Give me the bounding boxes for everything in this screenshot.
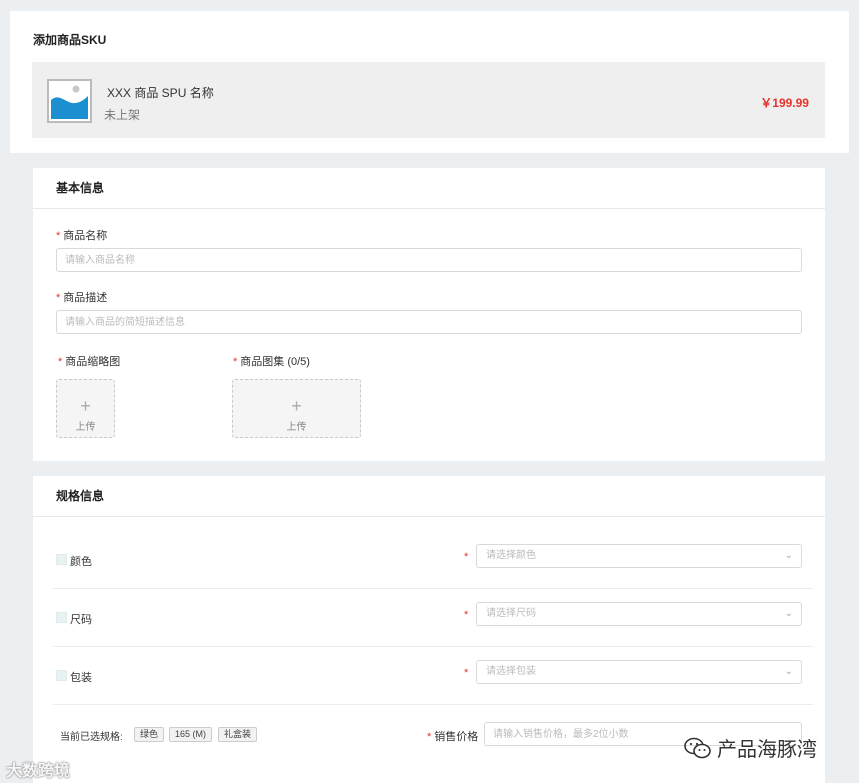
required-mark: * bbox=[58, 356, 63, 368]
spec-row-size: 尺码 * 请选择尺码 ⌄ bbox=[53, 589, 813, 647]
product-desc-label: * 商品描述 bbox=[56, 289, 107, 305]
plus-icon: + bbox=[291, 396, 302, 416]
wechat-icon bbox=[684, 737, 711, 758]
spec-checkbox-color[interactable] bbox=[56, 554, 67, 565]
selected-spec-tag: 165 (M) bbox=[169, 727, 213, 742]
required-mark: * bbox=[233, 356, 238, 368]
required-mark: * bbox=[464, 609, 469, 621]
basic-info-card: 基本信息 *商品名称 *商品描述 *商品缩略图 + 上传 *商品图集 (0/5)… bbox=[33, 168, 825, 461]
product-name-label-text: 商品名称 bbox=[63, 230, 108, 242]
upload-label: 上传 bbox=[75, 422, 96, 433]
thumbnail-label-text: 商品缩略图 bbox=[65, 356, 121, 368]
spu-header-card: 添加商品SKU XXX 商品 SPU 名称 未上架 ￥199.99 bbox=[10, 11, 849, 153]
size-select-placeholder: 请选择尺码 bbox=[486, 608, 536, 619]
page-title: 添加商品SKU bbox=[33, 33, 107, 47]
spec-name-color: 颜色 bbox=[70, 556, 92, 568]
required-mark: * bbox=[56, 230, 61, 242]
watermark-right-text: 产品海豚湾 bbox=[717, 739, 817, 761]
spec-info-title: 规格信息 bbox=[33, 476, 825, 517]
gallery-label: * 商品图集 (0/5) bbox=[233, 353, 310, 369]
watermark-right: 产品海豚湾 bbox=[683, 733, 817, 762]
required-mark: * bbox=[56, 292, 61, 304]
gallery-upload-button[interactable]: + 上传 bbox=[232, 379, 361, 438]
plus-icon: + bbox=[80, 396, 91, 416]
package-select-placeholder: 请选择包装 bbox=[486, 666, 536, 677]
spec-row-package: 包装 * 请选择包装 ⌄ bbox=[53, 647, 813, 705]
spec-checkbox-package[interactable] bbox=[56, 670, 67, 681]
required-mark: * bbox=[464, 551, 469, 563]
gallery-label-text: 商品图集 (0/5) bbox=[240, 356, 310, 368]
sale-price-label-text: 销售价格 bbox=[434, 731, 479, 743]
spu-name: XXX 商品 SPU 名称 bbox=[107, 86, 214, 100]
package-select[interactable]: 请选择包装 ⌄ bbox=[476, 660, 802, 684]
product-desc-input[interactable] bbox=[56, 310, 802, 334]
selected-specs-label: 当前已选规格: bbox=[60, 732, 123, 743]
selected-spec-tag: 礼盒装 bbox=[218, 727, 258, 742]
sale-price-label: * 销售价格 bbox=[427, 728, 478, 744]
product-name-input[interactable] bbox=[56, 248, 802, 272]
color-select-placeholder: 请选择颜色 bbox=[486, 550, 536, 561]
thumbnail-upload-button[interactable]: + 上传 bbox=[56, 379, 115, 438]
basic-info-title: 基本信息 bbox=[33, 168, 825, 209]
chevron-down-icon: ⌄ bbox=[784, 608, 793, 619]
product-desc-label-text: 商品描述 bbox=[63, 292, 108, 304]
image-placeholder-icon bbox=[47, 79, 92, 123]
spec-name-size: 尺码 bbox=[70, 614, 92, 626]
required-mark: * bbox=[464, 667, 469, 679]
color-select[interactable]: 请选择颜色 ⌄ bbox=[476, 544, 802, 568]
spec-checkbox-size[interactable] bbox=[56, 612, 67, 623]
spu-price: ￥199.99 bbox=[760, 96, 809, 110]
thumbnail-label: * 商品缩略图 bbox=[58, 353, 120, 369]
upload-label: 上传 bbox=[286, 422, 307, 433]
spu-summary: XXX 商品 SPU 名称 未上架 ￥199.99 bbox=[32, 62, 825, 138]
spu-status: 未上架 bbox=[104, 108, 141, 122]
product-name-label: * 商品名称 bbox=[56, 227, 107, 243]
spec-name-package: 包装 bbox=[70, 672, 92, 684]
chevron-down-icon: ⌄ bbox=[784, 666, 793, 677]
selected-spec-tag: 绿色 bbox=[134, 727, 165, 742]
chevron-down-icon: ⌄ bbox=[784, 550, 793, 561]
spec-row-color: 颜色 * 请选择颜色 ⌄ bbox=[53, 531, 813, 589]
watermark-left: 大数跨境 bbox=[6, 763, 71, 780]
required-mark: * bbox=[427, 731, 432, 743]
size-select[interactable]: 请选择尺码 ⌄ bbox=[476, 602, 802, 626]
